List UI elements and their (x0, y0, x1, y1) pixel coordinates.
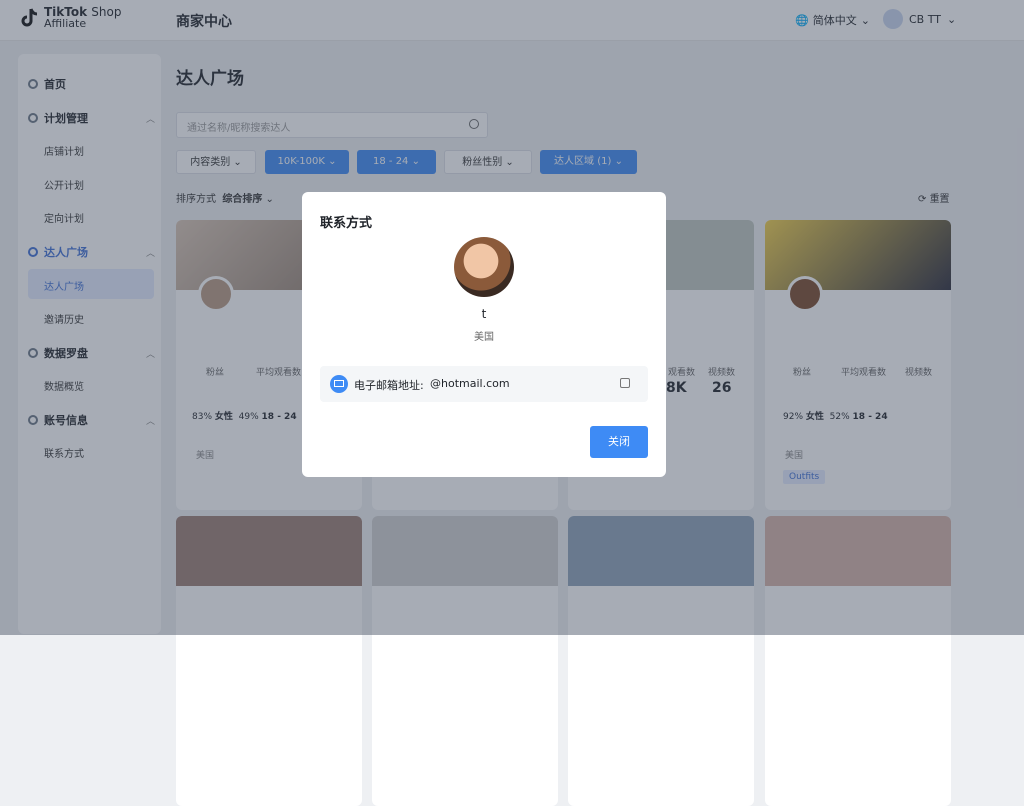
creator-location: 美国 (474, 332, 494, 343)
contact-modal: 联系方式 t 美国 电子邮箱地址: @hotmail.com 关闭 (302, 192, 666, 477)
email-value[interactable]: @hotmail.com (430, 377, 510, 390)
creator-name: t (481, 307, 487, 321)
avatar (454, 237, 514, 297)
copy-icon[interactable] (620, 378, 630, 388)
email-row: 电子邮箱地址: @hotmail.com (320, 366, 648, 402)
mail-icon (330, 375, 348, 393)
modal-title: 联系方式 (320, 216, 373, 231)
email-label: 电子邮箱地址: (354, 379, 424, 392)
close-button[interactable]: 关闭 (590, 426, 648, 458)
